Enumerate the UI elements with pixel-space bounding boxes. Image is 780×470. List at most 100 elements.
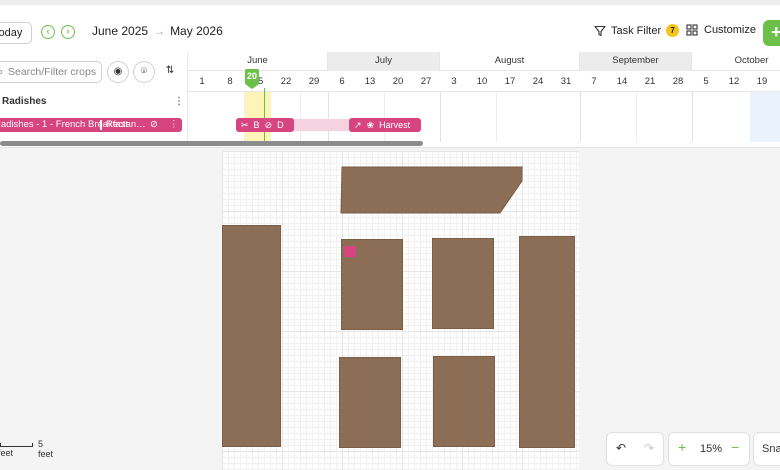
week-label: 31 <box>560 76 572 87</box>
month-september: September <box>580 52 692 71</box>
search-row: ⌕ Search/Filter crops ◉ ⌾ ⇅ <box>0 60 187 84</box>
today-button[interactable]: Today <box>0 22 32 44</box>
week-label: 13 <box>364 76 376 87</box>
add-button[interactable]: + <box>763 20 780 46</box>
month-row: June July August September October <box>188 52 780 71</box>
week-label: 27 <box>420 76 432 87</box>
week-label: 7 <box>591 76 597 87</box>
week-label: 24 <box>532 76 544 87</box>
garden-bed[interactable] <box>519 236 575 448</box>
week-label: 14 <box>616 76 628 87</box>
undo-icon[interactable]: ↶ <box>616 441 626 455</box>
zoom-out-icon[interactable]: − <box>731 439 739 455</box>
today-highlight <box>245 92 271 142</box>
grid-line <box>440 92 441 142</box>
search-input[interactable]: ⌕ Search/Filter crops <box>0 61 102 83</box>
crop-group-label: Radishes <box>2 96 47 107</box>
harvest-label: Harvest <box>379 120 411 130</box>
zoom-in-icon[interactable]: + <box>678 439 686 455</box>
week-label: 22 <box>280 76 292 87</box>
grid-line <box>636 92 637 142</box>
scale-indicator: 5 feet feet <box>0 437 60 459</box>
week-label: 8 <box>227 76 233 87</box>
snap-button[interactable]: Snap <box>753 432 780 466</box>
previous-icon[interactable]: ‹ <box>41 25 55 39</box>
planting-task-pill[interactable]: ✂ B ⊘ D <box>236 118 294 132</box>
arrow-right-icon: → <box>153 24 166 38</box>
filter-icon <box>594 25 606 36</box>
planner-panel: Today ‹ › June 2025 → May 2026 Task Filter… <box>0 0 780 148</box>
location-icon[interactable]: ⌾ <box>133 61 155 83</box>
harvest-icon: ❀ <box>366 120 375 130</box>
scale-bar <box>0 443 33 447</box>
crop-list: ⌕ Search/Filter crops ◉ ⌾ ⇅ Radishes ⋮ R… <box>0 52 187 142</box>
arrow-icon: ↗ <box>354 120 362 130</box>
week-label: 1 <box>199 76 205 87</box>
garden-bed[interactable] <box>433 356 495 447</box>
month-july: July <box>328 52 440 71</box>
sort-icon[interactable]: ⇅ <box>159 61 181 83</box>
search-placeholder: Search/Filter crops <box>8 66 97 78</box>
today-marker[interactable]: 20 <box>245 69 259 89</box>
crop-marker[interactable] <box>344 246 356 257</box>
week-label: 3 <box>451 76 457 87</box>
week-row: 1 8 15 22 29 6 13 20 27 3 10 17 24 31 7 … <box>188 71 780 92</box>
grid-line <box>328 92 329 142</box>
garden-bed[interactable] <box>339 357 401 448</box>
grid-line <box>384 92 385 142</box>
grid-icon <box>686 24 698 36</box>
date-end: May 2026 <box>170 24 223 38</box>
scale-unit: feet <box>0 448 14 458</box>
next-icon[interactable]: › <box>61 25 75 39</box>
link-icon: ⊘ <box>264 120 273 130</box>
week-label: 17 <box>504 76 516 87</box>
week-label: 5 <box>703 76 709 87</box>
customize-button[interactable]: Customize <box>686 24 756 36</box>
task-filter-button[interactable]: Task Filter 7 <box>594 24 680 37</box>
harvest-task-pill[interactable]: ↗ ❀ Harvest <box>349 118 421 132</box>
direct-sow-icon: D <box>277 120 284 130</box>
garden-canvas[interactable] <box>222 151 579 470</box>
bed-prep-icon: B <box>253 120 260 130</box>
task-filter-label: Task Filter <box>611 24 662 37</box>
task-filter-count-badge: 7 <box>666 24 680 37</box>
grid-line <box>692 92 693 142</box>
crop-divider <box>100 120 102 130</box>
grid-line <box>300 92 301 142</box>
eye-icon[interactable]: ◉ <box>107 61 129 83</box>
month-august: August <box>440 52 580 71</box>
grid-line <box>244 92 245 142</box>
toolbar: Today ‹ › June 2025 → May 2026 Task Filter… <box>0 12 780 52</box>
zoom-level: 15% <box>700 443 723 455</box>
link-icon[interactable]: ⊘ <box>150 118 158 132</box>
week-label: 28 <box>672 76 684 87</box>
garden-bed[interactable] <box>222 225 281 447</box>
group-menu-icon[interactable]: ⋮ <box>174 96 184 107</box>
timeline: June July August September October 1 8 1… <box>187 52 780 142</box>
timeline-scrollbar[interactable] <box>0 141 423 146</box>
week-label: 29 <box>308 76 320 87</box>
crop-menu-icon[interactable]: ⋮ <box>169 118 179 132</box>
garden-bed[interactable] <box>432 238 494 329</box>
history-controls: ↶ ↷ <box>606 432 664 466</box>
month-june: June <box>188 52 328 71</box>
date-start: June 2025 <box>92 24 149 38</box>
today-line <box>264 88 265 142</box>
scissors-icon: ✂ <box>241 120 249 130</box>
redo-icon[interactable]: ↷ <box>644 441 654 455</box>
week-label: 6 <box>339 76 345 87</box>
crop-bed: Rectangle <box>106 119 146 130</box>
snap-label: Snap <box>762 443 780 455</box>
week-label: 12 <box>728 76 740 87</box>
search-icon: ⌕ <box>0 62 3 82</box>
week-label: 20 <box>392 76 404 87</box>
garden-bed-polygon[interactable] <box>340 165 524 215</box>
week-label: 10 <box>476 76 488 87</box>
date-range: June 2025 → May 2026 <box>92 24 223 38</box>
grid-line <box>580 92 581 142</box>
crop-row[interactable]: Radishes - 1 - French Breakfast Rectangl… <box>0 118 182 132</box>
week-label: 21 <box>644 76 656 87</box>
zoom-controls: + 15% − <box>668 432 750 466</box>
week-highlight <box>750 92 780 142</box>
top-strip <box>0 0 780 5</box>
